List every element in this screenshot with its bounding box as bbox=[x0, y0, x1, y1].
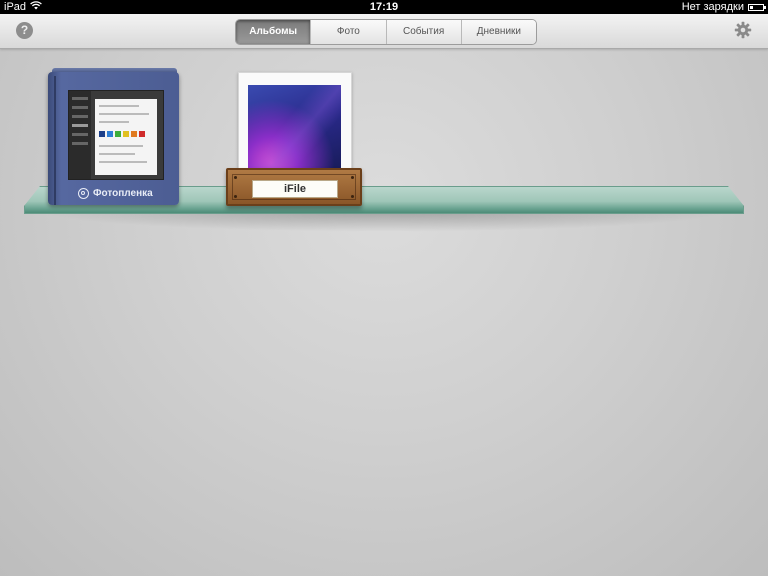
help-icon[interactable]: ? bbox=[16, 22, 33, 39]
album-title-ifile: iFile bbox=[252, 180, 338, 198]
wooden-crate: iFile bbox=[226, 168, 362, 206]
tab-events[interactable]: События bbox=[385, 20, 461, 44]
book-cover: Фотопленка bbox=[48, 72, 179, 205]
album-title-camera-roll: Фотопленка bbox=[93, 188, 153, 199]
view-segmented-control: Альбомы Фото События Дневники bbox=[235, 19, 537, 45]
album-camera-roll[interactable]: Фотопленка bbox=[48, 68, 179, 205]
toolbar: ? Альбомы Фото События Дневники bbox=[0, 14, 768, 49]
battery-status-text: Нет зарядки bbox=[681, 1, 744, 13]
tab-photos[interactable]: Фото bbox=[310, 20, 386, 44]
album-label: Фотопленка bbox=[78, 188, 153, 199]
gear-icon[interactable] bbox=[734, 21, 752, 39]
tab-journals[interactable]: Дневники bbox=[460, 20, 536, 44]
status-bar: iPad 17:19 Нет зарядки bbox=[0, 0, 768, 14]
thumbnail-sidebar bbox=[69, 91, 91, 179]
ifile-thumbnail bbox=[248, 85, 341, 177]
thumbnail-panel bbox=[95, 99, 157, 175]
camera-icon bbox=[78, 188, 89, 199]
status-time: 17:19 bbox=[369, 1, 399, 13]
album-ifile[interactable]: iFile bbox=[226, 72, 362, 208]
book-binding bbox=[54, 76, 56, 205]
album-thumbnail bbox=[68, 90, 164, 180]
status-right: Нет зарядки bbox=[681, 0, 766, 14]
tab-albums[interactable]: Альбомы bbox=[236, 20, 311, 44]
battery-icon bbox=[748, 3, 766, 11]
